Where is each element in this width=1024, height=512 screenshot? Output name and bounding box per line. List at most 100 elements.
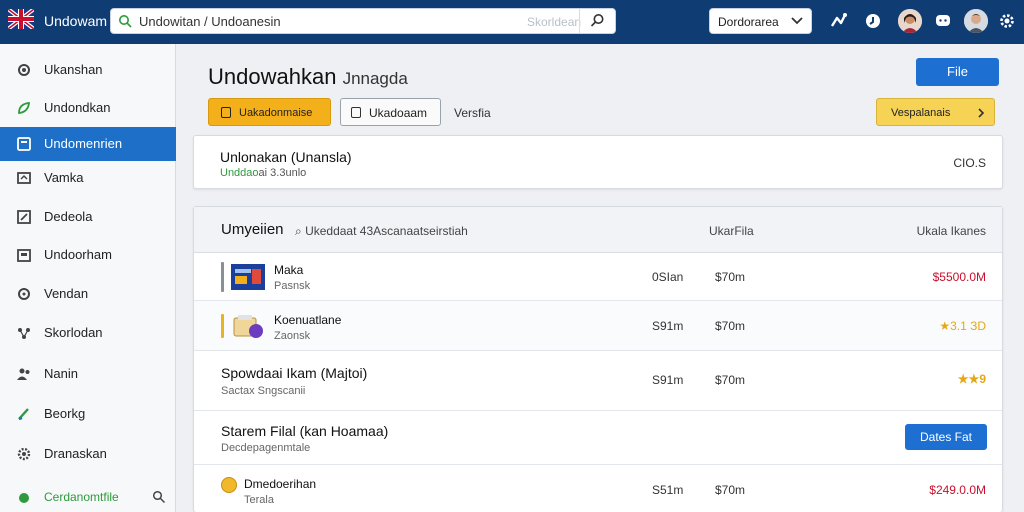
sidebar-item-undondkan[interactable]: Undondkan (0, 91, 176, 125)
summary-subtitle-rest: ai 3.3unlo (258, 167, 307, 179)
sidebar-footer-label: Cerdanomtfile (44, 490, 119, 504)
activity-icon[interactable] (828, 10, 850, 32)
table-search-text: Ukeddaat 43Ascanaatseirstiah (305, 224, 468, 238)
sidebar-item-label: Undoorham (44, 247, 112, 262)
row-rating: ★★9 (957, 372, 986, 386)
page-title-sub: Jnnagda (342, 69, 408, 88)
items-table: Umyeiien ⌕ Ukeddaat 43Ascanaatseirstiah … (193, 206, 1003, 512)
sidebar: Ukanshan Undondkan Undomenrien Vamka Ded… (0, 44, 176, 512)
row-price: $70m (715, 483, 746, 497)
summary-card: Unlonakan (Unansla) Unddaoai 3.3unlo CIO… (193, 135, 1003, 189)
summary-subtitle-green: Unddao (220, 167, 259, 179)
sidebar-item-undoorham[interactable]: Undoorham (0, 238, 176, 272)
table-row[interactable]: Dmedoerihan Terala S51m $70m $249.0.0M (194, 465, 1002, 512)
row-marker (221, 262, 224, 292)
leaf-icon (18, 101, 31, 115)
row-title: Dmedoerihan (244, 477, 317, 491)
column-header-file[interactable]: UkarFila (709, 224, 754, 238)
chevron-down-icon (791, 17, 803, 25)
summary-value: CIO.S (953, 156, 986, 170)
row-duration: S91m (652, 319, 684, 333)
secondary-button-label: Ukadoaam (369, 106, 428, 120)
table-search[interactable]: ⌕ Ukeddaat 43Ascanaatseirstiah (295, 224, 468, 239)
row-price: $70m (715, 373, 746, 387)
sidebar-item-nanin[interactable]: Nanin (0, 357, 176, 391)
brush-icon (18, 408, 29, 421)
search-button[interactable] (579, 9, 615, 33)
notification-icon[interactable] (862, 10, 884, 32)
network-icon (18, 328, 30, 339)
app-title: Undowam (44, 13, 108, 29)
dashboard-thumbnail-icon (231, 264, 265, 290)
row-duration: S51m (652, 483, 684, 497)
row-rating: ★3.1 ЗD (939, 319, 986, 333)
chat-icon[interactable] (932, 10, 954, 32)
column-header-value[interactable]: Ukala Ikanes (917, 224, 986, 238)
row-subtitle: Pasnsk (274, 280, 311, 292)
row-duration: 0SIan (652, 270, 684, 284)
row-subtitle: Zaonsk (274, 330, 311, 342)
sidebar-item-undomenrien[interactable]: Undomenrien (0, 127, 176, 161)
row-price: $70m (715, 319, 746, 333)
profile-avatar[interactable] (964, 9, 988, 33)
page-title-main: Undowahkan (208, 64, 337, 89)
row-action-button[interactable]: Dates Fat (905, 424, 987, 450)
file-button[interactable]: File (916, 58, 999, 86)
language-select-value: Dordorarea (718, 15, 779, 29)
coin-icon (221, 477, 237, 493)
settings-gear-icon[interactable] (996, 10, 1018, 32)
sidebar-item-ukanshan[interactable]: Ukanshan (0, 53, 176, 87)
table-header: Umyeiien ⌕ Ukeddaat 43Ascanaatseirstiah … (194, 207, 1002, 253)
search-icon (119, 15, 132, 28)
table-row[interactable]: Maka Pasnsk 0SIan $70m $5500.0M (194, 253, 1002, 301)
top-bar: Undowam Undowitan / Undoanesin Skorldean… (0, 0, 1024, 44)
sidebar-footer[interactable]: Cerdanomtfile (0, 482, 176, 512)
row-price: $70m (715, 270, 746, 284)
table-title: Umyeiien (221, 221, 284, 238)
row-title: Maka (274, 263, 304, 277)
sidebar-item-skorlodan[interactable]: Skorlodan (0, 316, 176, 350)
sidebar-item-label: Skorlodan (44, 325, 103, 340)
sidebar-item-beorkg[interactable]: Beorkg (0, 397, 176, 431)
row-duration: S91m (652, 373, 684, 387)
row-value: $249.0.0M (929, 483, 986, 497)
sidebar-item-vendan[interactable]: Vendan (0, 277, 176, 311)
sidebar-item-label: Nanin (44, 366, 78, 381)
table-row[interactable]: Koenuatlane Zaonsk S91m $70m ★3.1 ЗD (194, 301, 1002, 351)
document-icon (17, 137, 31, 151)
uk-flag-icon[interactable] (8, 9, 34, 29)
row-subtitle: Decdepagenmtale (221, 442, 311, 454)
main-content: Undowahkan Jnnagda File Uakadonmaise Uka… (178, 44, 1024, 512)
row-subtitle: Terala (244, 494, 274, 506)
search-bar[interactable]: Undowitan / Undoanesin Skorldean (110, 8, 616, 34)
sidebar-item-label: Dranaskan (44, 446, 107, 461)
magnifier-icon (590, 14, 604, 27)
row-value: $5500.0M (932, 270, 986, 284)
language-select[interactable]: Dordorarea (709, 8, 812, 34)
book-icon (17, 172, 31, 184)
right-action-button[interactable]: Vespalanais (876, 98, 995, 126)
search-input-value[interactable]: Undowitan / Undoanesin (139, 14, 281, 29)
table-row[interactable]: Starem Filal (kan Hoamaa) Decdepagenmtal… (194, 411, 1002, 465)
row-title: Koenuatlane (274, 313, 342, 327)
user-avatar[interactable] (898, 9, 922, 33)
summary-subtitle: Unddaoai 3.3unlo (220, 167, 306, 179)
sidebar-item-dedeola[interactable]: Dedeola (0, 200, 176, 234)
row-subtitle: Sactax Sngscanii (221, 385, 306, 397)
primary-dropdown-button[interactable]: Uakadonmaise (208, 98, 331, 126)
primary-button-label: Uakadonmaise (239, 107, 313, 119)
sidebar-item-label: Beorkg (44, 406, 86, 421)
table-row[interactable]: Spowdaai Ikam (Majtoi) Sactax Sngscanii … (194, 351, 1002, 411)
square-icon (351, 107, 361, 118)
right-button-label: Vespalanais (891, 107, 951, 119)
row-marker (221, 314, 224, 338)
square-icon (221, 107, 231, 118)
sidebar-item-dranaskan[interactable]: Dranaskan (0, 437, 176, 471)
sidebar-item-label: Dedeola (44, 209, 93, 224)
version-link[interactable]: Versfia (454, 106, 491, 120)
sidebar-item-label: Vendan (44, 286, 89, 301)
secondary-button[interactable]: Ukadoaam (340, 98, 441, 126)
search-icon[interactable] (152, 490, 166, 504)
sidebar-item-vamka[interactable]: Vamka (0, 161, 176, 195)
sidebar-item-label: Vamka (44, 170, 84, 185)
